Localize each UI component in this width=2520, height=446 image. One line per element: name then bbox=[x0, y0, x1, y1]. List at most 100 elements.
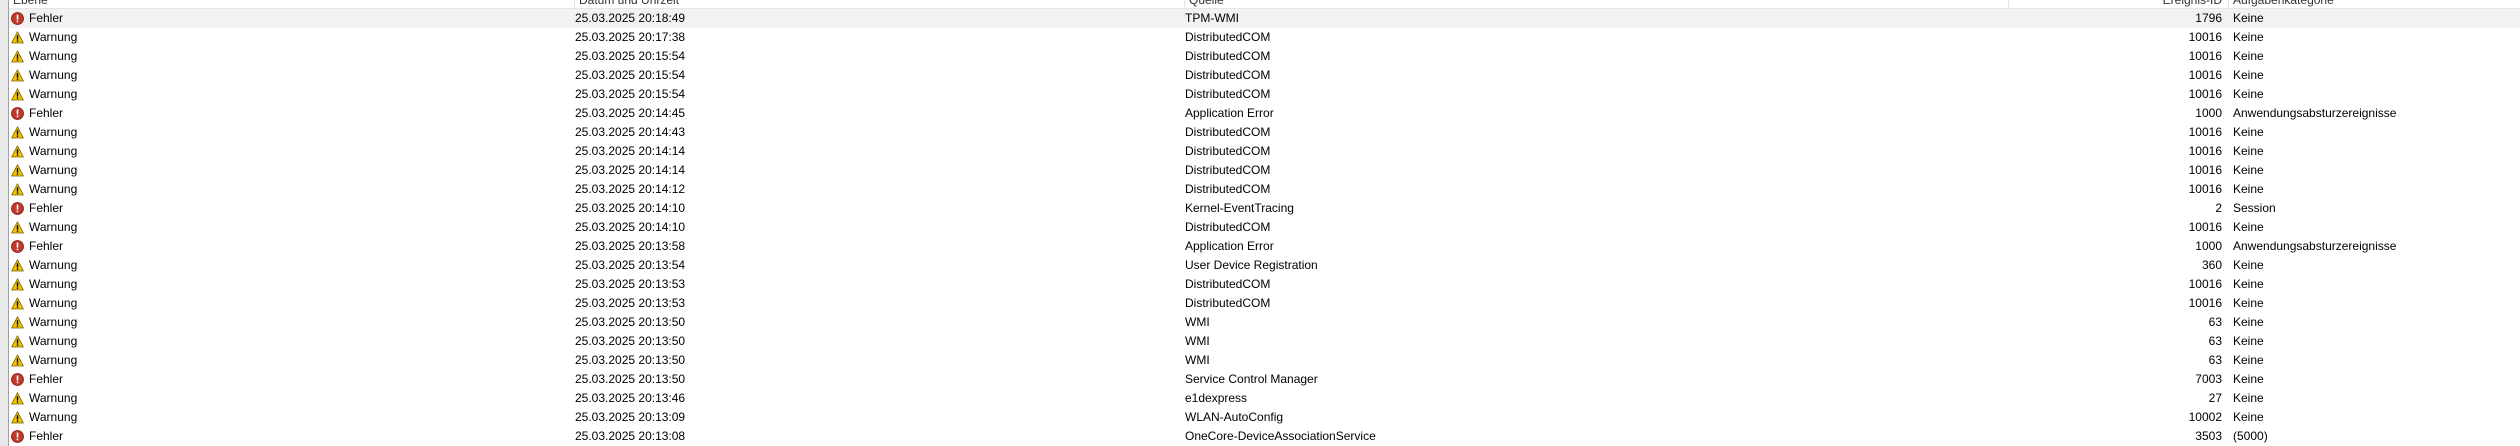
table-row[interactable]: Warnung 25.03.2025 20:15:54 DistributedCOM… bbox=[9, 66, 2520, 85]
level-label: Warnung bbox=[29, 182, 78, 196]
table-row[interactable]: Warnung 25.03.2025 20:14:14 DistributedCOM… bbox=[9, 161, 2520, 180]
column-header-event-id[interactable]: Ereignis-ID bbox=[2009, 0, 2229, 8]
cell-source: WMI bbox=[1185, 353, 1210, 367]
cell-event-id: 10002 bbox=[2188, 410, 2222, 424]
cell-level: Warnung bbox=[9, 351, 569, 370]
cell-source: DistributedCOM bbox=[1185, 163, 1271, 177]
level-label: Warnung bbox=[29, 220, 78, 234]
cell-task-category: Keine bbox=[2233, 11, 2264, 25]
table-row[interactable]: Warnung 25.03.2025 20:14:12 DistributedCOM… bbox=[9, 180, 2520, 199]
cell-level: Warnung bbox=[9, 161, 569, 180]
warning-icon bbox=[11, 411, 24, 424]
cell-level: Fehler bbox=[9, 104, 569, 123]
level-label: Warnung bbox=[29, 315, 78, 329]
cell-source: DistributedCOM bbox=[1185, 144, 1271, 158]
table-row[interactable]: Warnung 25.03.2025 20:14:14 DistributedCOM… bbox=[9, 142, 2520, 161]
column-header: Ebene Datum und Uhrzeit Quelle Ereignis-… bbox=[9, 0, 2520, 9]
cell-event-id: 360 bbox=[2201, 258, 2222, 272]
level-label: Warnung bbox=[29, 68, 78, 82]
cell-event-id: 3503 bbox=[2195, 429, 2222, 443]
level-label: Warnung bbox=[29, 334, 78, 348]
table-row[interactable]: Warnung 25.03.2025 20:15:54 DistributedCOM… bbox=[9, 85, 2520, 104]
cell-task-category: Keine bbox=[2233, 30, 2264, 44]
cell-source: Application Error bbox=[1185, 106, 1274, 120]
cell-date-time: 25.03.2025 20:13:50 bbox=[575, 334, 686, 348]
level-label: Warnung bbox=[29, 163, 78, 177]
column-header-source[interactable]: Quelle bbox=[1185, 0, 2009, 8]
table-row[interactable]: Warnung 25.03.2025 20:13:50 WMI 63 Keine bbox=[9, 313, 2520, 332]
event-log-view: Ebene Datum und Uhrzeit Quelle Ereignis-… bbox=[0, 0, 2520, 446]
table-row[interactable]: Fehler 25.03.2025 20:18:49 TPM-WMI 1796 Kein… bbox=[9, 9, 2520, 28]
cell-level: Warnung bbox=[9, 332, 569, 351]
table-row[interactable]: Warnung 25.03.2025 20:13:09 WLAN-AutoConfi… bbox=[9, 408, 2520, 427]
cell-source: Service Control Manager bbox=[1185, 372, 1318, 386]
cell-level: Warnung bbox=[9, 275, 569, 294]
column-header-category[interactable]: Aufgabenkategorie bbox=[2229, 0, 2520, 8]
cell-level: Warnung bbox=[9, 47, 569, 66]
warning-icon bbox=[11, 316, 24, 329]
cell-task-category: Keine bbox=[2233, 410, 2264, 424]
cell-date-time: 25.03.2025 20:13:50 bbox=[575, 315, 686, 329]
table-row[interactable]: Fehler 25.03.2025 20:13:50 Service Control… bbox=[9, 370, 2520, 389]
column-header-date[interactable]: Datum und Uhrzeit bbox=[575, 0, 1185, 8]
cell-date-time: 25.03.2025 20:13:09 bbox=[575, 410, 686, 424]
cell-source: Kernel-EventTracing bbox=[1185, 201, 1294, 215]
cell-task-category: Anwendungsabsturzereignisse bbox=[2233, 239, 2397, 253]
cell-task-category: Keine bbox=[2233, 258, 2264, 272]
table-row[interactable]: Warnung 25.03.2025 20:13:53 DistributedCOM… bbox=[9, 294, 2520, 313]
table-row[interactable]: Warnung 25.03.2025 20:13:50 WMI 63 Keine bbox=[9, 351, 2520, 370]
cell-level: Warnung bbox=[9, 123, 569, 142]
cell-source: WLAN-AutoConfig bbox=[1185, 410, 1284, 424]
cell-event-id: 10016 bbox=[2188, 296, 2222, 310]
table-row[interactable]: Warnung 25.03.2025 20:17:38 DistributedCOM… bbox=[9, 28, 2520, 47]
cell-level: Warnung bbox=[9, 389, 569, 408]
table-row[interactable]: Warnung 25.03.2025 20:13:53 DistributedCOM… bbox=[9, 275, 2520, 294]
table-row[interactable]: Fehler 25.03.2025 20:13:58 Application Err… bbox=[9, 237, 2520, 256]
cell-level: Warnung bbox=[9, 142, 569, 161]
cell-date-time: 25.03.2025 20:18:49 bbox=[575, 11, 686, 25]
level-label: Warnung bbox=[29, 277, 78, 291]
table-row[interactable]: Warnung 25.03.2025 20:13:54 User Device Re… bbox=[9, 256, 2520, 275]
cell-level: Warnung bbox=[9, 313, 569, 332]
error-icon bbox=[11, 107, 24, 120]
cell-event-id: 10016 bbox=[2188, 49, 2222, 63]
table-row[interactable]: Warnung 25.03.2025 20:15:54 DistributedCOM… bbox=[9, 47, 2520, 66]
table-row[interactable]: Fehler 25.03.2025 20:13:08 OneCore-DeviceA… bbox=[9, 427, 2520, 446]
cell-level: Fehler bbox=[9, 9, 569, 28]
level-label: Fehler bbox=[29, 201, 64, 215]
cell-date-time: 25.03.2025 20:14:10 bbox=[575, 201, 686, 215]
cell-event-id: 10016 bbox=[2188, 220, 2222, 234]
table-row[interactable]: Warnung 25.03.2025 20:13:46 e1dexpress 27 Ke… bbox=[9, 389, 2520, 408]
level-label: Fehler bbox=[29, 429, 64, 443]
cell-event-id: 10016 bbox=[2188, 182, 2222, 196]
table-row[interactable]: Fehler 25.03.2025 20:14:10 Kernel-EventTra… bbox=[9, 199, 2520, 218]
level-label: Warnung bbox=[29, 125, 78, 139]
cell-level: Warnung bbox=[9, 408, 569, 427]
cell-source: DistributedCOM bbox=[1185, 182, 1271, 196]
table-row[interactable]: Warnung 25.03.2025 20:14:43 DistributedCOM… bbox=[9, 123, 2520, 142]
cell-event-id: 7003 bbox=[2195, 372, 2222, 386]
cell-level: Fehler bbox=[9, 427, 569, 446]
level-label: Warnung bbox=[29, 87, 78, 101]
cell-level: Warnung bbox=[9, 218, 569, 237]
cell-date-time: 25.03.2025 20:14:10 bbox=[575, 220, 686, 234]
column-header-level[interactable]: Ebene bbox=[9, 0, 575, 8]
cell-task-category: Keine bbox=[2233, 87, 2264, 101]
warning-icon bbox=[11, 183, 24, 196]
table-row[interactable]: Fehler 25.03.2025 20:14:45 Application Err… bbox=[9, 104, 2520, 123]
table-row[interactable]: Warnung 25.03.2025 20:14:10 DistributedCOM… bbox=[9, 218, 2520, 237]
cell-source: DistributedCOM bbox=[1185, 68, 1271, 82]
cell-date-time: 25.03.2025 20:13:08 bbox=[575, 429, 686, 443]
cell-event-id: 63 bbox=[2208, 353, 2222, 367]
cell-task-category: (5000) bbox=[2233, 429, 2268, 443]
cell-date-time: 25.03.2025 20:15:54 bbox=[575, 49, 686, 63]
cell-date-time: 25.03.2025 20:13:53 bbox=[575, 277, 686, 291]
cell-source: DistributedCOM bbox=[1185, 296, 1271, 310]
cell-date-time: 25.03.2025 20:14:14 bbox=[575, 163, 686, 177]
cell-event-id: 63 bbox=[2208, 315, 2222, 329]
error-icon bbox=[11, 12, 24, 25]
cell-event-id: 27 bbox=[2208, 391, 2222, 405]
cell-task-category: Keine bbox=[2233, 49, 2264, 63]
table-row[interactable]: Warnung 25.03.2025 20:13:50 WMI 63 Keine bbox=[9, 332, 2520, 351]
cell-event-id: 1796 bbox=[2195, 11, 2222, 25]
